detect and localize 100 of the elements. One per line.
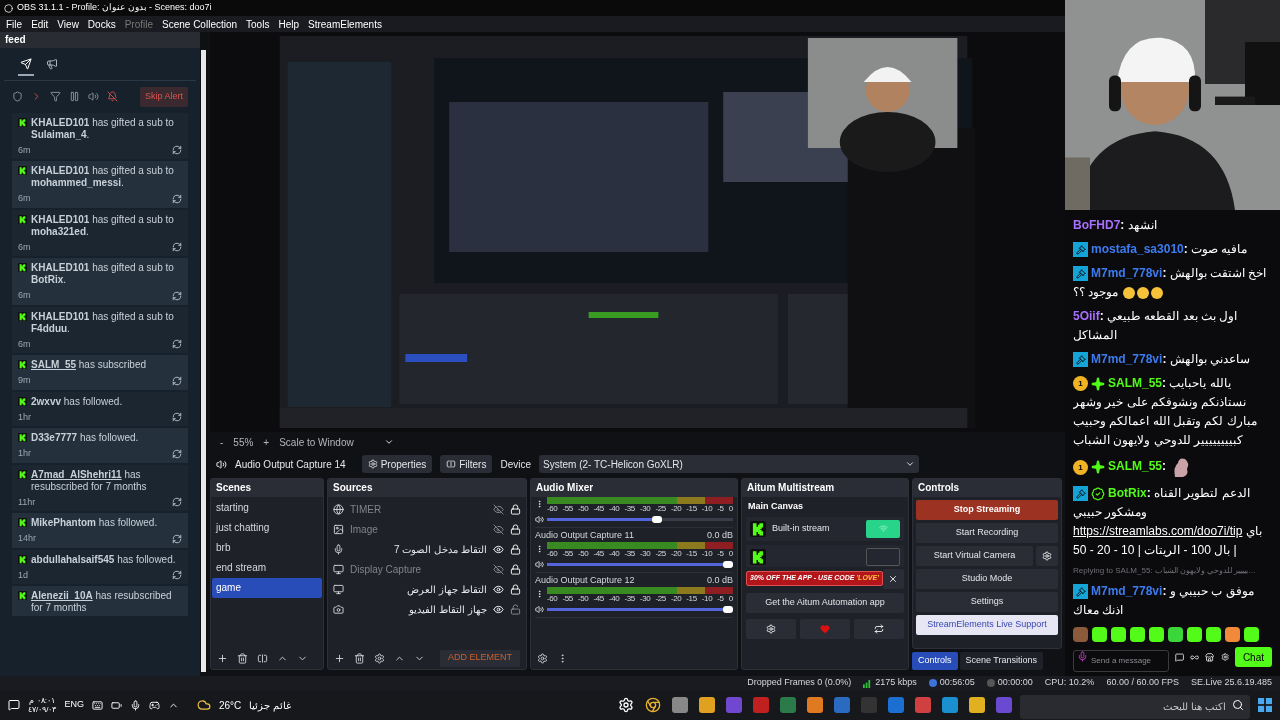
dock-tab[interactable]: Controls [912, 652, 958, 670]
lock-icon[interactable] [510, 503, 521, 515]
trash-icon[interactable] [354, 652, 365, 664]
source-name[interactable]: التقاط مدخل الصوت 7 [350, 541, 487, 557]
scene-item[interactable]: starting [212, 498, 322, 518]
device-dropdown[interactable]: System (2- TC-Helicon GoXLR) [539, 455, 919, 473]
settings-app-icon[interactable] [618, 697, 634, 713]
browser-app-icon[interactable] [645, 697, 661, 713]
settings-icon[interactable] [537, 652, 548, 664]
mute-icon[interactable] [107, 91, 118, 103]
store-icon[interactable] [1205, 651, 1215, 663]
menu-item[interactable]: StreamElements [304, 16, 386, 32]
menu-item[interactable]: Docks [83, 16, 120, 32]
trash-icon[interactable] [237, 652, 248, 664]
replay-icon[interactable] [172, 145, 182, 156]
eye-icon[interactable] [493, 603, 504, 615]
settings-button[interactable] [1036, 546, 1058, 566]
add-icon[interactable] [334, 652, 345, 664]
close-button[interactable] [882, 568, 904, 589]
menu-item[interactable]: Scene Collection [158, 16, 242, 32]
scene-item[interactable]: brb [212, 538, 322, 558]
settings-button[interactable] [746, 618, 796, 639]
username-link[interactable]: Alenezii_10A [31, 590, 93, 601]
language-indicator[interactable]: ENG [64, 698, 84, 712]
source-name[interactable]: جهاز التقاط الفيديو [350, 601, 487, 617]
menu-item[interactable]: File [2, 16, 27, 32]
filters-button[interactable]: Filters [440, 455, 493, 473]
replay-icon[interactable] [172, 533, 182, 544]
replay-icon[interactable] [172, 448, 182, 459]
control-button[interactable]: Start Recording [916, 523, 1058, 543]
add-icon[interactable] [217, 652, 228, 664]
replay-icon[interactable] [172, 290, 182, 301]
scale-dropdown[interactable]: Scale to Window [279, 434, 394, 450]
sync-button[interactable] [854, 618, 904, 639]
emote-icon[interactable] [1092, 627, 1107, 642]
zoom-in-button[interactable]: + [263, 434, 270, 450]
eye-icon[interactable] [493, 583, 504, 595]
eye-off-icon[interactable] [493, 523, 504, 535]
speaker-icon[interactable] [535, 559, 544, 569]
pause-icon[interactable] [69, 91, 80, 103]
control-button[interactable]: StreamElements Live Support [916, 615, 1058, 635]
scene-item[interactable]: end stream [212, 558, 322, 578]
lock-icon[interactable] [510, 523, 521, 535]
zoom-out-button[interactable]: - [220, 434, 224, 450]
skip-alert-button[interactable]: Skip Alert [139, 87, 188, 107]
emote-icon[interactable] [1130, 627, 1145, 642]
notification-icon[interactable] [8, 699, 20, 711]
emote-icon[interactable] [1187, 627, 1202, 642]
emote-icon[interactable] [1225, 627, 1240, 642]
username-link[interactable]: A7mad_AlShehri11 [31, 468, 122, 480]
lock-icon[interactable] [510, 583, 521, 595]
source-name[interactable]: TIMER [350, 501, 487, 517]
output-toggle[interactable] [866, 519, 900, 538]
speaker-icon[interactable] [88, 91, 99, 103]
source-name[interactable]: التقاط جهاز العرض [350, 581, 487, 597]
menu-item[interactable]: Edit [27, 16, 53, 32]
battery-icon[interactable] [110, 699, 122, 711]
dock-tab[interactable]: Scene Transitions [959, 652, 1044, 670]
replay-icon[interactable] [172, 375, 182, 386]
eye-off-icon[interactable] [493, 563, 504, 575]
replay-icon[interactable] [172, 242, 182, 253]
heart-button[interactable] [800, 618, 850, 639]
lock-icon[interactable] [510, 543, 521, 555]
scrollbar-thumb[interactable] [201, 50, 206, 672]
menu-item[interactable]: Tools [242, 16, 274, 32]
scene-item[interactable]: game [212, 578, 322, 598]
volume-slider[interactable] [547, 560, 733, 568]
filter-icon[interactable] [257, 652, 268, 664]
chat-link[interactable]: https://streamlabs.com/doo7i/tip [1073, 524, 1243, 538]
emote-icon[interactable] [1206, 627, 1221, 642]
keyboard-icon[interactable] [91, 699, 103, 711]
username-link[interactable]: SALM_55 [31, 359, 76, 370]
shield-icon[interactable] [12, 91, 23, 103]
replay-icon[interactable] [172, 497, 182, 508]
speaker-icon[interactable] [535, 514, 544, 524]
control-button[interactable]: Studio Mode [916, 569, 1058, 589]
replay-icon[interactable] [172, 412, 182, 423]
weather-icon[interactable] [196, 698, 211, 712]
eye-icon[interactable] [493, 543, 504, 555]
control-button[interactable]: Stop Streaming [916, 500, 1058, 520]
message-input[interactable]: Send a message [1073, 649, 1169, 672]
feed-tab[interactable] [18, 58, 34, 76]
emote-icon[interactable] [1111, 627, 1126, 642]
gamepad-icon[interactable] [148, 699, 160, 711]
add-element-button[interactable]: ADD ELEMENT [440, 649, 520, 667]
filter-icon[interactable] [50, 91, 61, 103]
settings-icon[interactable] [374, 652, 385, 664]
control-button[interactable]: Settings [916, 592, 1058, 612]
volume-slider[interactable] [547, 605, 733, 613]
emote-icon[interactable] [1149, 627, 1164, 642]
lock-icon[interactable] [510, 563, 521, 575]
scene-item[interactable]: just chatting [212, 518, 322, 538]
menu-item[interactable]: View [53, 16, 83, 32]
chat-button[interactable]: Chat [1234, 647, 1272, 667]
emote-icon[interactable] [1073, 627, 1088, 642]
control-button[interactable]: Start Virtual Camera [916, 546, 1033, 566]
source-name[interactable]: Display Capture [350, 561, 487, 577]
eye-off-icon[interactable] [493, 503, 504, 515]
emote-icon[interactable] [1168, 627, 1183, 642]
menu-item[interactable]: Help [274, 16, 303, 32]
